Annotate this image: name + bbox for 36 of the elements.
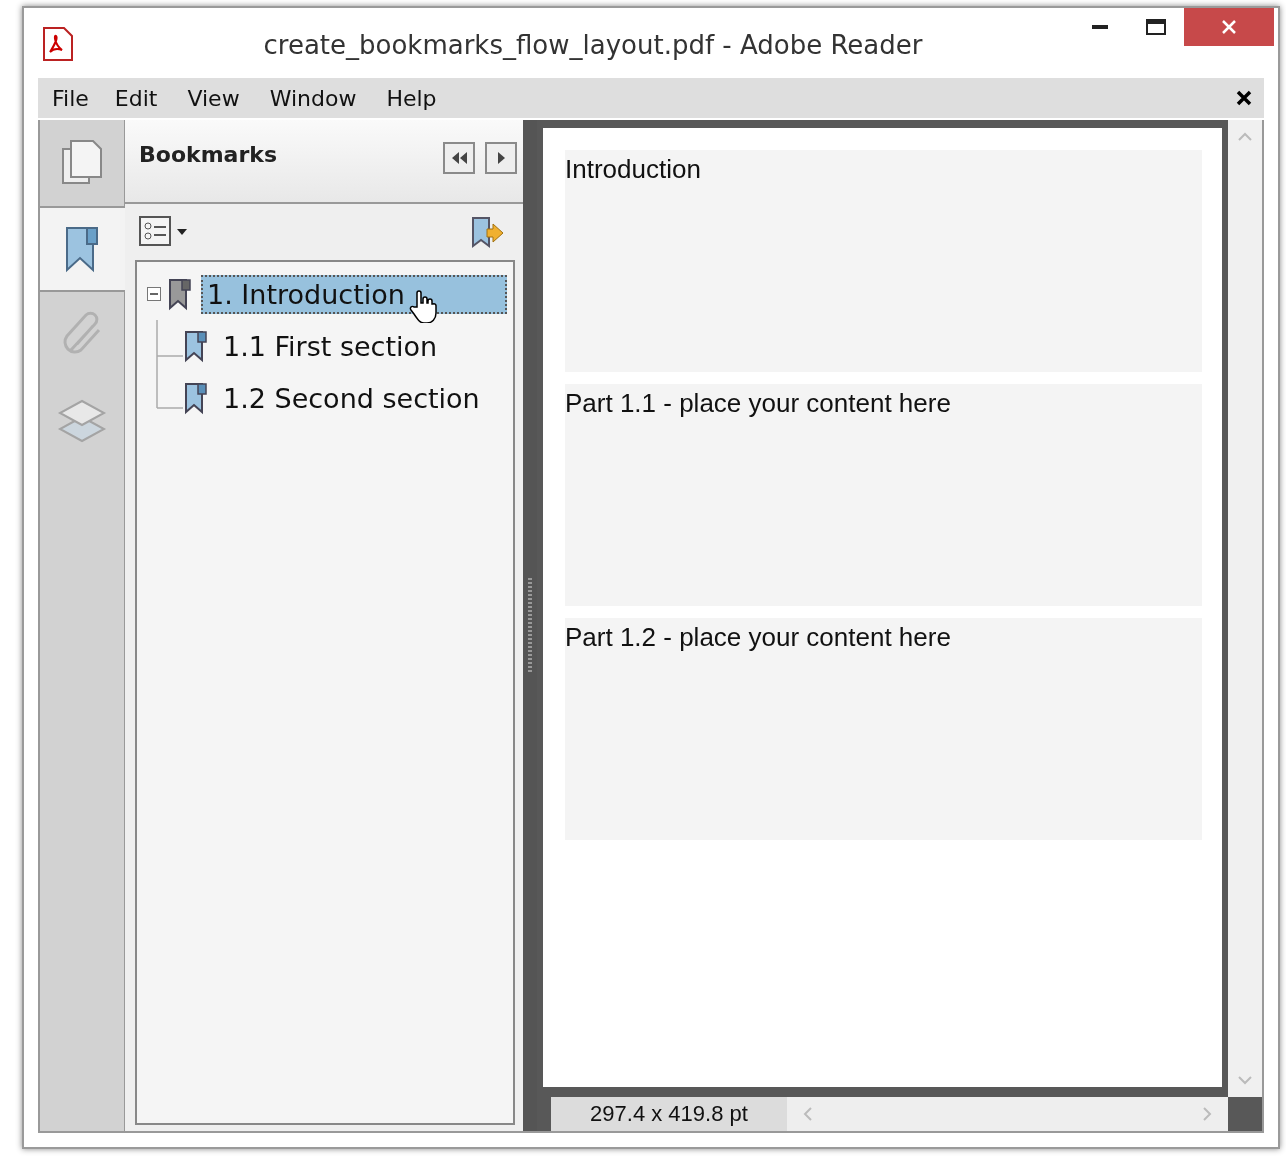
bookmark-icon	[183, 381, 209, 415]
chevron-left-icon[interactable]	[801, 1105, 815, 1123]
minimize-icon	[1092, 25, 1108, 29]
bookmark-item[interactable]: 1.1 First section	[217, 326, 444, 366]
list-options-icon	[139, 216, 189, 248]
options-dropdown[interactable]	[139, 216, 189, 248]
menu-item[interactable]: View	[185, 83, 252, 113]
section-text: Part 1.2 - place your content here	[565, 622, 951, 653]
bookmark-icon	[183, 329, 209, 363]
bookmark-icon	[167, 277, 193, 311]
layers-icon	[57, 397, 107, 445]
section-text: Introduction	[565, 154, 701, 185]
side-tab[interactable]	[40, 206, 125, 292]
menu-item[interactable]: File	[50, 83, 101, 113]
menu-item[interactable]: Help	[384, 83, 449, 113]
pdf-file-icon	[40, 26, 74, 62]
collapse-toggle[interactable]	[147, 287, 161, 301]
expand-panel-button[interactable]	[485, 142, 517, 174]
bookmark-item[interactable]: 1.2 Second section	[217, 378, 486, 418]
collapse-panel-button[interactable]	[443, 142, 475, 174]
new-bookmark-icon[interactable]	[469, 215, 505, 249]
menu-item[interactable]: Edit	[112, 83, 170, 113]
window-title: create_bookmarks_flow_layout.pdf - Adobe Reader	[262, 30, 924, 60]
close-icon	[1221, 19, 1237, 35]
close-icon[interactable]	[1236, 90, 1252, 106]
horizontal-scrollbar[interactable]	[787, 1097, 1228, 1131]
hand-cursor-icon	[408, 288, 439, 323]
menu-item[interactable]: Window	[267, 83, 369, 113]
right-arrow-icon	[495, 150, 507, 166]
chevron-right-icon[interactable]	[1200, 1105, 1214, 1123]
section-text: Part 1.1 - place your content here	[565, 388, 951, 419]
pages-icon	[59, 139, 105, 187]
panel-title: Bookmarks	[139, 142, 278, 167]
page-size-label: 297.4 x 419.8 pt	[551, 1097, 787, 1131]
vertical-scrollbar[interactable]	[1228, 120, 1262, 1097]
maximize-icon	[1146, 19, 1166, 35]
